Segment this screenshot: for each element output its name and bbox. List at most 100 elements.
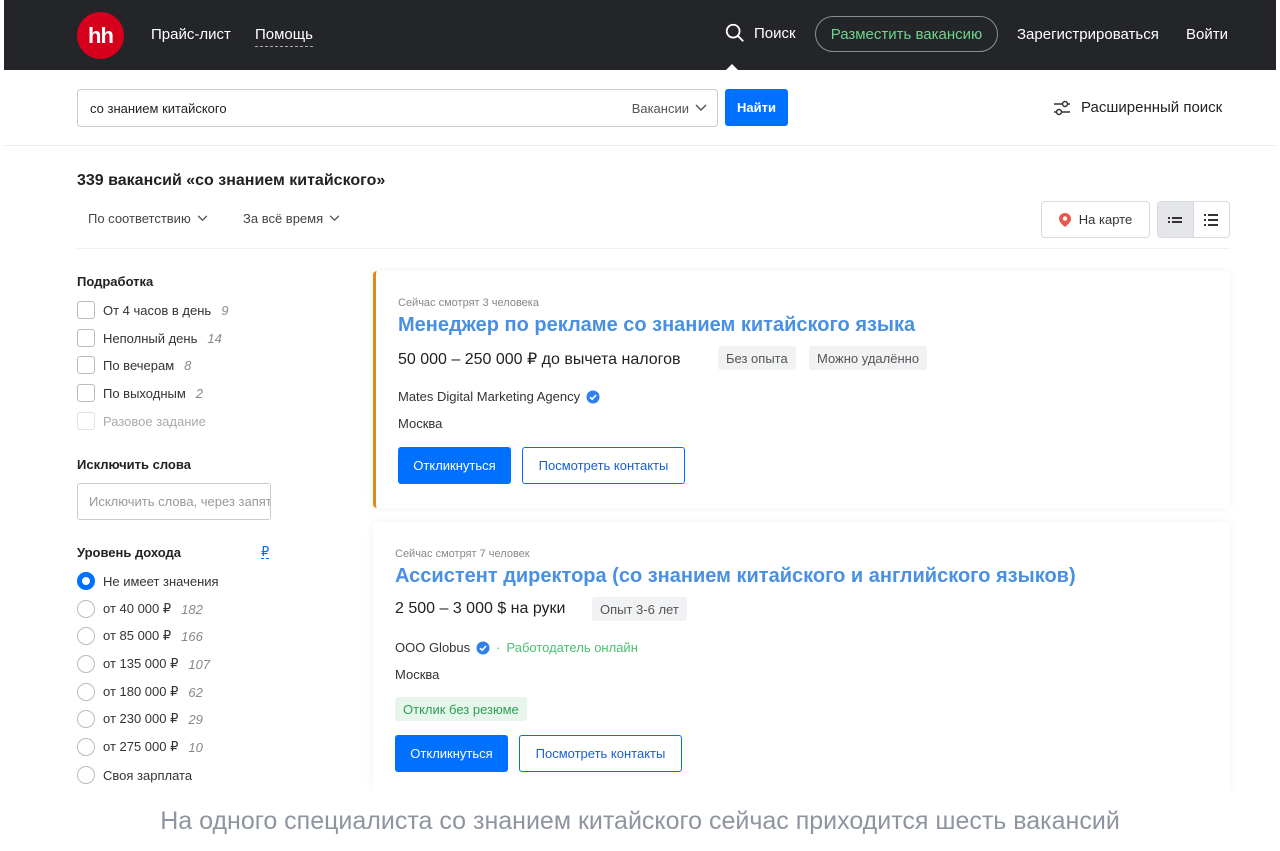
radio[interactable] [77,683,95,701]
advanced-search-link[interactable]: Расширенный поиск [1053,99,1222,116]
divider [77,248,1230,249]
option-label: Своя зарплата [103,767,193,783]
vacancy-city: Москва [395,667,440,682]
parttime-heading: Подработка [77,274,154,289]
radio[interactable] [77,738,95,756]
checkbox[interactable] [77,329,95,347]
compact-view-button[interactable] [1158,202,1194,237]
company-name: Mates Digital Marketing Agency [398,389,581,404]
vacancy-salary: 50 000 – 250 000 ₽ до вычета налогов [398,351,681,368]
option-count: 62 [188,684,203,700]
experience-tag: Без опыта [718,346,796,370]
nav-search[interactable]: Поиск [724,22,796,44]
option-count: 29 [188,711,203,727]
search-input[interactable]: со знанием китайского Вакансии [77,89,718,127]
chevron-down-icon [695,104,707,112]
post-vacancy-button[interactable]: Разместить вакансию [815,16,998,52]
vacancy-title-link[interactable]: Менеджер по рекламе со знанием китайског… [398,314,915,337]
option-count: 14 [207,330,222,346]
company-name: ООО Globus [395,640,471,655]
nav-help[interactable]: Помощь [255,26,313,47]
compact-list-icon [1168,216,1183,223]
exclude-words-input[interactable]: Исключить слова, через запятую [77,483,271,520]
view-contacts-button[interactable]: Посмотреть контакты [519,735,682,772]
checkbox[interactable] [77,356,95,374]
company-link[interactable]: Mates Digital Marketing Agency [398,389,600,404]
hh-logo[interactable]: hh [77,12,124,59]
map-pin-icon [1058,212,1071,227]
income-option[interactable]: от 180 000 ₽ 62 [77,683,203,701]
income-option[interactable]: от 85 000 ₽ 166 [77,627,203,645]
vacancy-title-link[interactable]: Ассистент директора (со знанием китайско… [395,565,1076,588]
option-label: от 40 000 ₽ [103,601,172,616]
parttime-option[interactable]: По вечерам 8 [77,356,191,374]
option-count: 107 [188,656,211,672]
option-label: Неполный день [103,330,198,346]
option-count: 182 [181,601,203,617]
option-count: 10 [188,739,203,755]
chevron-down-icon [329,215,340,222]
income-option[interactable]: от 275 000 ₽ 10 [77,738,203,756]
list-icon [1204,213,1219,226]
radio[interactable] [77,600,95,618]
nav-price-list[interactable]: Прайс-лист [151,26,231,43]
search-type-select[interactable]: Вакансии [632,101,717,116]
sort-label: По соответствию [88,211,191,226]
parttime-option-disabled: Разовое задание [77,412,206,430]
apply-button[interactable]: Откликнуться [398,447,511,484]
option-label: от 135 000 ₽ [103,656,179,671]
option-label: от 275 000 ₽ [103,739,179,754]
parttime-option[interactable]: Неполный день 14 [77,329,222,347]
video-caption: На одного специалиста со знанием китайск… [0,792,1280,851]
option-label: По выходным [103,385,186,401]
option-count: 166 [181,628,203,644]
experience-tag: Опыт 3-6 лет [592,597,687,621]
income-heading: Уровень дохода [77,545,182,560]
parttime-option[interactable]: От 4 часов в день 9 [77,301,228,319]
radio[interactable] [77,655,95,673]
checkbox[interactable] [77,384,95,402]
option-label: По вечерам [103,357,175,373]
view-toggle [1157,201,1230,238]
employer-online-status: Работодатель онлайн [506,640,638,655]
option-label: Не имеет значения [103,573,219,589]
view-contacts-button[interactable]: Посмотреть контакты [522,447,685,484]
search-type-label: Вакансии [631,100,689,116]
income-option[interactable]: от 40 000 ₽ 182 [77,600,203,618]
income-option[interactable]: от 135 000 ₽ 107 [77,655,210,673]
option-label: Разовое задание [103,413,206,429]
search-query[interactable]: со знанием китайского [78,101,632,116]
income-option[interactable]: от 230 000 ₽ 29 [77,710,203,728]
find-button[interactable]: Найти [725,89,788,126]
vacancy-card: Сейчас смотрят 3 человека Менеджер по ре… [373,271,1230,508]
income-option[interactable]: Своя зарплата [77,766,192,784]
apply-button[interactable]: Откликнуться [395,735,508,772]
register-link[interactable]: Зарегистрироваться [1017,26,1159,43]
vacancy-card: Сейчас смотрят 7 человек Ассистент дирек… [373,522,1230,792]
map-button[interactable]: На карте [1041,201,1150,238]
radio-checked[interactable] [77,572,95,590]
search-bar: со знанием китайского Вакансии Найти Рас… [4,70,1276,146]
income-option[interactable]: Не имеет значения [77,572,219,590]
parttime-option[interactable]: По выходным 2 [77,384,203,402]
option-count: 2 [195,385,204,401]
full-view-button[interactable] [1194,202,1230,237]
results-title: 339 вакансий «со знанием китайского» [77,172,386,189]
exclude-heading: Исключить слова [77,457,191,472]
search-icon [725,23,744,42]
checkbox[interactable] [77,301,95,319]
map-label: На карте [1078,212,1133,227]
app-frame: hh Прайс-лист Помощь Поиск Разместить ва… [4,0,1276,792]
radio[interactable] [77,766,95,784]
period-select[interactable]: За всё время [243,211,340,226]
login-link[interactable]: Войти [1186,26,1228,43]
option-label: от 85 000 ₽ [103,628,172,643]
sort-select[interactable]: По соответствию [88,211,208,226]
company-link[interactable]: ООО Globus · Работодатель онлайн [395,640,638,655]
radio[interactable] [77,710,95,728]
checkbox [77,412,95,430]
radio[interactable] [77,627,95,645]
vacancy-city: Москва [398,416,443,431]
currency-switch[interactable]: ₽ [261,545,270,559]
period-label: За всё время [243,211,324,226]
